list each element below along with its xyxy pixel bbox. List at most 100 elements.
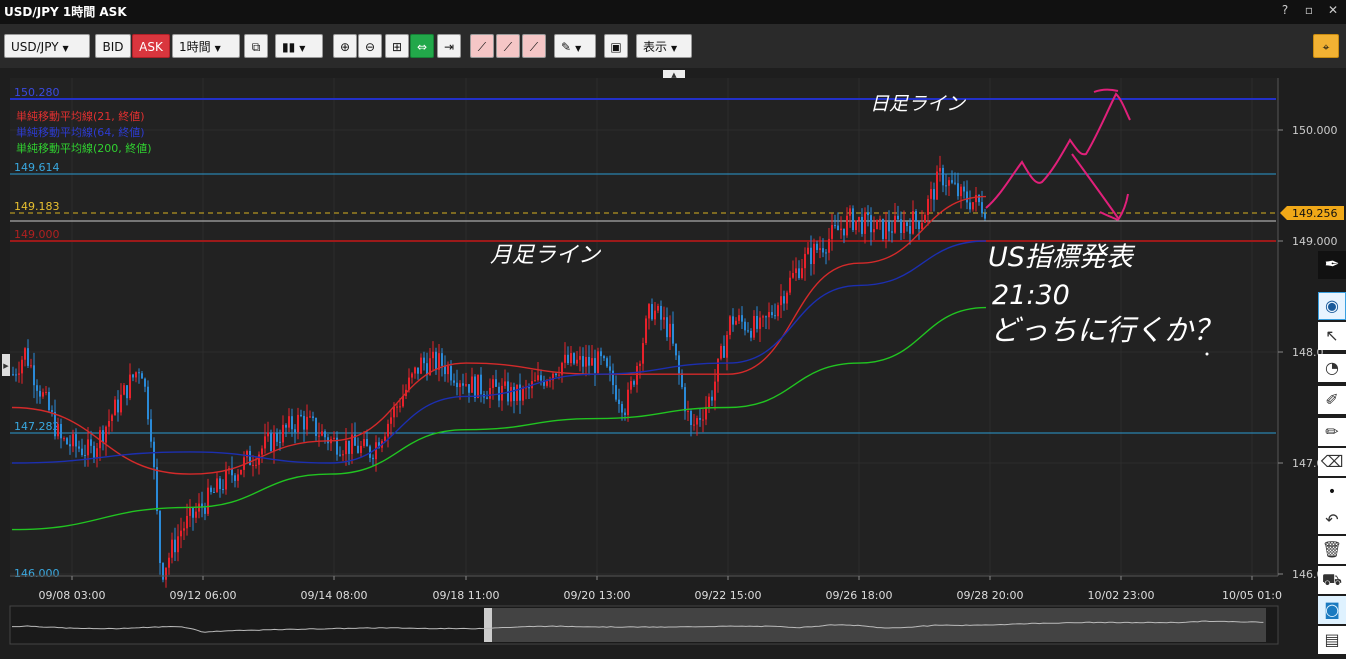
- candle-body: [294, 429, 296, 433]
- chart-type-select[interactable]: ▮▮ ▼: [275, 34, 323, 58]
- candle-body: [873, 229, 875, 233]
- line-149614-label: 149.614: [14, 161, 60, 174]
- candle-body: [258, 454, 260, 465]
- cursor-tool[interactable]: ↖: [1318, 322, 1346, 350]
- candle-body: [714, 381, 716, 401]
- candle-body: [447, 366, 449, 375]
- eraser-tool[interactable]: ⌫: [1318, 448, 1346, 476]
- candle-body: [933, 189, 935, 200]
- candle-body: [801, 268, 803, 279]
- candle-body: [927, 198, 929, 215]
- candle-body: [288, 416, 290, 428]
- candle-body: [969, 202, 971, 210]
- candle-body: [549, 380, 551, 382]
- candle-body: [570, 353, 572, 364]
- candle-body: [546, 381, 548, 386]
- candle-body: [420, 357, 422, 374]
- pen-select[interactable]: ✎ ▼: [554, 34, 596, 58]
- candle-body: [75, 434, 77, 447]
- symbol-select[interactable]: USD/JPY ▼: [4, 34, 90, 58]
- candle-body: [555, 373, 557, 376]
- close-icon[interactable]: ✕: [1326, 3, 1340, 17]
- chart-area[interactable]: ▲ ▶ 150.280 149.614 149.183 149.000 147.282 1…: [0, 68, 1346, 655]
- price-chart[interactable]: ▲ ▶ 150.280 149.614 149.183 149.000 147.282 1…: [0, 68, 1346, 655]
- candle-body: [591, 358, 593, 366]
- timer-tool[interactable]: ◔: [1318, 354, 1346, 382]
- annotation-mid: 月足ライン: [490, 243, 602, 268]
- candle-body: [588, 356, 590, 366]
- dot-icon: •: [1327, 484, 1337, 500]
- candle-body: [204, 507, 206, 514]
- zoom-in-button[interactable]: ⊕: [333, 34, 357, 58]
- candle-body: [798, 268, 800, 279]
- candle-body: [762, 316, 764, 318]
- candle-body: [282, 424, 284, 443]
- draw-line-button[interactable]: ⟋: [470, 34, 494, 58]
- candle-body: [135, 372, 137, 378]
- scroll-end-button[interactable]: ⇥: [437, 34, 461, 58]
- help-icon[interactable]: ?: [1278, 3, 1292, 17]
- undo-tool[interactable]: ↶: [1318, 506, 1346, 534]
- eye-tool[interactable]: ◉: [1318, 292, 1346, 320]
- candle-body: [69, 444, 71, 447]
- candle-body: [279, 441, 281, 443]
- candle-body: [492, 379, 494, 388]
- candle-body: [921, 222, 923, 229]
- clipboard-tool[interactable]: ▤: [1318, 626, 1346, 654]
- candlestick-icon: ▮▮: [282, 40, 296, 54]
- candle-body: [324, 431, 326, 438]
- dot-size-tool[interactable]: •: [1318, 478, 1346, 506]
- candle-body: [318, 435, 320, 437]
- compare-button[interactable]: ⧉: [244, 34, 268, 58]
- ask-button[interactable]: ASK: [132, 34, 170, 58]
- draw-channel-button[interactable]: ⟋: [522, 34, 546, 58]
- candle-body: [180, 530, 182, 537]
- zoom-out-button[interactable]: ⊖: [358, 34, 382, 58]
- candle-body: [684, 387, 686, 412]
- time-tick-label: 09/26 18:00: [826, 589, 893, 602]
- candle-body: [612, 370, 614, 386]
- time-tick-label: 09/28 20:00: [957, 589, 1024, 602]
- camera-tool[interactable]: ◙: [1318, 596, 1346, 624]
- restore-icon[interactable]: ▫: [1302, 3, 1316, 17]
- candle-body: [951, 180, 953, 183]
- navigator-handle[interactable]: [484, 608, 492, 642]
- candle-body: [393, 406, 395, 418]
- timeframe-select[interactable]: 1時間 ▼: [172, 34, 240, 58]
- candle-body: [276, 433, 278, 442]
- candle-body: [444, 365, 446, 375]
- candle-body: [633, 381, 635, 385]
- screenshot-button[interactable]: ▣: [604, 34, 628, 58]
- candle-body: [102, 430, 104, 443]
- candle-body: [72, 434, 74, 447]
- candle-body: [126, 385, 128, 399]
- candle-body: [510, 386, 512, 402]
- candle-body: [834, 225, 836, 227]
- draw-trend-button[interactable]: ⟋: [496, 34, 520, 58]
- candle-body: [462, 383, 464, 386]
- candle-body: [267, 432, 269, 437]
- fit-button[interactable]: ⇔: [410, 34, 434, 58]
- pencil-tool[interactable]: ✏: [1318, 418, 1346, 446]
- candle-body: [753, 315, 755, 338]
- cart-tool[interactable]: ⛟: [1318, 566, 1346, 594]
- fit-width-icon: ⇔: [416, 40, 428, 54]
- candle-body: [642, 343, 644, 364]
- candle-body: [645, 318, 647, 344]
- candle-body: [840, 228, 842, 231]
- display-menu[interactable]: 表示 ▼: [636, 34, 692, 58]
- pen-tool[interactable]: ✒: [1318, 251, 1346, 279]
- bid-button[interactable]: BID: [95, 34, 131, 58]
- candle-body: [459, 383, 461, 388]
- settings-button[interactable]: ⌖: [1313, 34, 1339, 58]
- trash-tool[interactable]: 🗑: [1318, 536, 1346, 564]
- candle-body: [888, 221, 890, 232]
- crosshair-button[interactable]: ⊞: [385, 34, 409, 58]
- marker-tool[interactable]: ✐: [1318, 386, 1346, 414]
- price-tick-label: 150.000: [1292, 124, 1338, 137]
- candle-body: [708, 396, 710, 408]
- navigator-window[interactable]: [490, 608, 1266, 642]
- candle-body: [240, 469, 242, 475]
- camera-icon: ◙: [1324, 600, 1340, 619]
- candle-body: [171, 539, 173, 558]
